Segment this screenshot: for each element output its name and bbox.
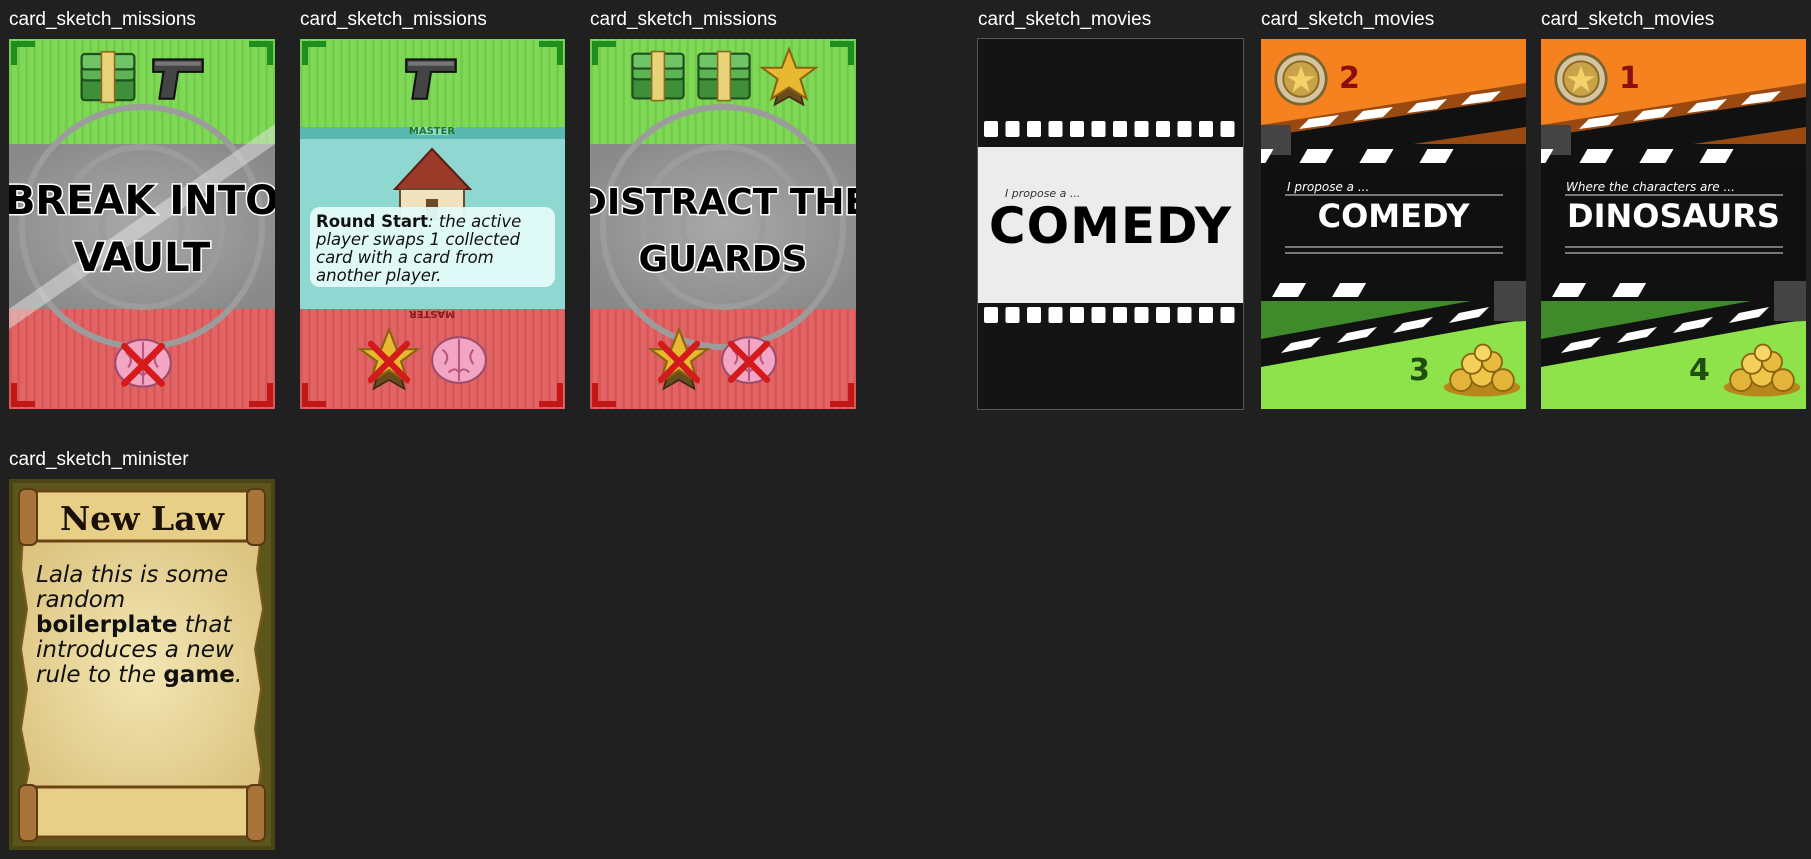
mission-title-line2: VAULT: [74, 235, 211, 281]
mission-title-line1: DISTRACT THE: [590, 182, 856, 223]
card-label: card_sketch_missions: [300, 9, 487, 30]
rule-text-bold: game: [163, 662, 235, 688]
sprocket-hole: [1005, 307, 1020, 323]
bottom-number: 3: [1409, 353, 1430, 388]
sprocket-hole: [1134, 307, 1149, 323]
cash-icon: [80, 50, 136, 104]
sprocket-hole: [1199, 121, 1213, 137]
movie-prompt: Where the characters are ...: [1566, 180, 1735, 194]
sprocket-hole: [1027, 307, 1041, 323]
sprocket-hole: [1199, 307, 1213, 323]
card-label: card_sketch_minister: [9, 449, 189, 470]
rule-text-bold: boilerplate: [36, 612, 178, 638]
mission-card-distract-guards[interactable]: DISTRACT THE GUARDS: [590, 39, 856, 409]
banner-bottom: MASTER: [409, 308, 456, 319]
sprocket-hole: [1005, 121, 1020, 137]
sprocket-hole: [1113, 307, 1127, 323]
sprocket-hole: [1048, 307, 1063, 323]
sprocket-hole: [1070, 121, 1084, 137]
mission-title-line1: BREAK INTO: [9, 178, 275, 224]
rule-text-part: Lala this is some random: [36, 562, 229, 613]
star-coin-icon: [1554, 52, 1608, 106]
cash-icon: [697, 50, 751, 102]
mission-card-master[interactable]: MASTER MASTER Round Start: the active pl…: [300, 39, 565, 409]
minister-title: New Law: [59, 499, 225, 538]
ability-text: Round Start: the active player swaps 1 c…: [316, 213, 552, 285]
movie-prompt: I propose a ...: [1287, 180, 1370, 194]
ability-bold: Round Start: [316, 212, 429, 231]
sprocket-hole: [1048, 121, 1063, 137]
sprocket-hole: [1091, 121, 1106, 137]
movie-word: COMEDY: [1317, 197, 1470, 235]
sprocket-hole: [1113, 121, 1127, 137]
minister-rule-text: Lala this is some random boilerplate tha…: [36, 563, 251, 688]
banner-top: MASTER: [409, 126, 456, 137]
card-label: card_sketch_movies: [1541, 9, 1715, 30]
sprocket-hole: [1220, 121, 1235, 137]
sprocket-hole: [1156, 121, 1170, 137]
movie-card-comedy-plain[interactable]: I propose a ... COMEDY: [977, 38, 1244, 410]
sprocket-hole: [1177, 307, 1192, 323]
sprocket-hole: [984, 121, 998, 137]
sprocket-hole: [1220, 307, 1235, 323]
card-label: card_sketch_missions: [590, 9, 777, 30]
rule-text-part: .: [234, 662, 243, 688]
mission-title-line2: GUARDS: [638, 239, 807, 280]
card-label: card_sketch_movies: [1261, 9, 1435, 30]
sprocket-hole: [1134, 121, 1149, 137]
bottom-number: 4: [1689, 353, 1710, 388]
card-label: card_sketch_missions: [9, 9, 196, 30]
movie-word: COMEDY: [988, 197, 1233, 255]
minister-card-new-law[interactable]: New Law Lala this is some random boilerp…: [9, 479, 275, 850]
card-label: card_sketch_movies: [978, 9, 1152, 30]
top-number: 1: [1619, 61, 1640, 96]
top-number: 2: [1339, 61, 1360, 96]
cash-icon: [631, 50, 685, 102]
movie-card-comedy[interactable]: 2 I propose a ... COMEDY 3: [1261, 39, 1526, 409]
star-coin-icon: [1274, 52, 1328, 106]
sprocket-hole: [1027, 121, 1041, 137]
sprocket-hole: [984, 307, 998, 323]
mission-card-break-into-vault[interactable]: BREAK INTO VAULT: [9, 39, 275, 409]
sprocket-hole: [1070, 307, 1084, 323]
sprocket-hole: [1177, 121, 1192, 137]
sprocket-hole: [1091, 307, 1106, 323]
sprocket-hole: [1156, 307, 1170, 323]
movie-word: DINOSAURS: [1567, 197, 1780, 235]
brain-icon: [431, 336, 487, 384]
movie-card-dinosaurs[interactable]: 1 Where the characters are ... DINOSAURS…: [1541, 39, 1806, 409]
